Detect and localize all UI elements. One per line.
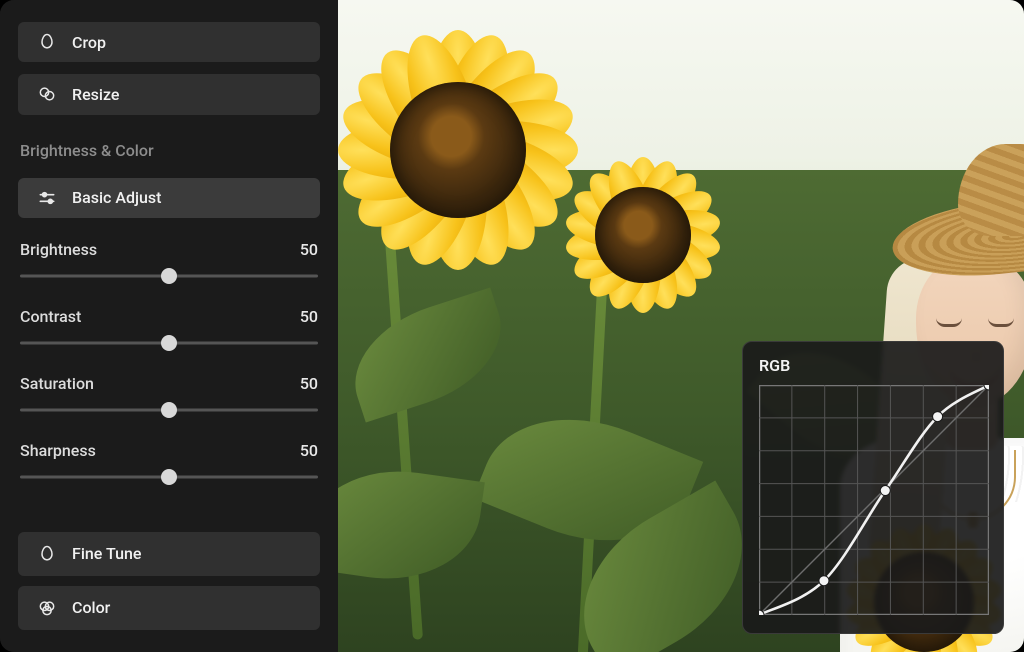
contrast-thumb[interactable] xyxy=(161,335,177,351)
droplet-icon xyxy=(36,543,58,565)
crop-label: Crop xyxy=(72,33,106,52)
saturation-label: Saturation xyxy=(20,374,94,393)
basic-adjust-tool[interactable]: Basic Adjust xyxy=(18,178,320,218)
brightness-label: Brightness xyxy=(20,240,97,259)
rgb-title: RGB xyxy=(759,356,987,375)
resize-tool[interactable]: Resize xyxy=(18,74,320,114)
resize-label: Resize xyxy=(72,85,119,104)
saturation-value: 50 xyxy=(300,374,318,393)
sharpness-slider: Sharpness 50 xyxy=(18,435,320,498)
contrast-slider: Contrast 50 xyxy=(18,301,320,364)
sharpness-label: Sharpness xyxy=(20,441,96,460)
brightness-slider: Brightness 50 xyxy=(18,234,320,297)
fine-tune-label: Fine Tune xyxy=(72,544,141,563)
resize-icon xyxy=(36,83,58,105)
saturation-track[interactable] xyxy=(20,403,318,417)
saturation-slider: Saturation 50 xyxy=(18,368,320,431)
contrast-value: 50 xyxy=(300,307,318,326)
color-icon xyxy=(36,597,58,619)
basic-adjust-label: Basic Adjust xyxy=(72,188,161,207)
contrast-label: Contrast xyxy=(20,307,81,326)
brightness-thumb[interactable] xyxy=(161,268,177,284)
saturation-thumb[interactable] xyxy=(161,402,177,418)
color-tool[interactable]: Color xyxy=(18,586,320,630)
sharpness-track[interactable] xyxy=(20,470,318,484)
sharpness-value: 50 xyxy=(300,441,318,460)
sliders-group: Brightness 50 Contrast 50 xyxy=(18,234,320,498)
contrast-track[interactable] xyxy=(20,336,318,350)
edit-sidebar: Crop Resize Brightness & Color Basic Adj… xyxy=(0,0,338,652)
brightness-value: 50 xyxy=(300,240,318,259)
crop-tool[interactable]: Crop xyxy=(18,22,320,62)
fine-tune-tool[interactable]: Fine Tune xyxy=(18,532,320,576)
sharpness-thumb[interactable] xyxy=(161,469,177,485)
rgb-curve-panel[interactable]: RGB xyxy=(742,341,1004,634)
crop-icon xyxy=(36,31,58,53)
sliders-icon xyxy=(36,187,58,209)
image-canvas[interactable]: RGB xyxy=(338,0,1024,652)
color-label: Color xyxy=(72,598,110,617)
brightness-track[interactable] xyxy=(20,269,318,283)
rgb-curve-chart[interactable] xyxy=(759,385,989,615)
photo-editor-app: Crop Resize Brightness & Color Basic Adj… xyxy=(0,0,1024,652)
section-brightness-color: Brightness & Color xyxy=(20,141,320,160)
